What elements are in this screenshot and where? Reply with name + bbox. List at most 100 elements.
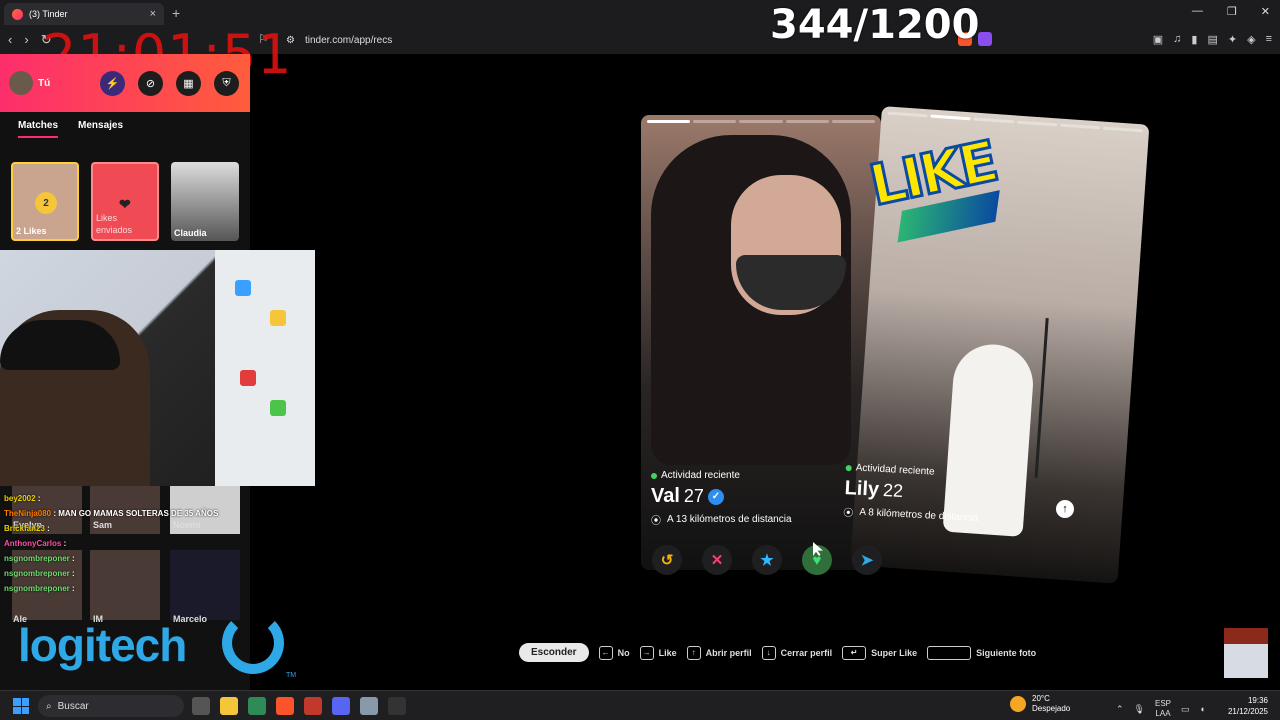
search-placeholder: Buscar	[57, 700, 89, 712]
verified-badge-icon: ✓	[707, 488, 724, 505]
windows-start-icon[interactable]	[13, 698, 29, 714]
clock-time: 19:36	[1247, 696, 1268, 705]
minimize-icon[interactable]: —	[1192, 5, 1203, 18]
lily-name: Lily	[844, 476, 880, 501]
taskbar-clock[interactable]: 19:36 21/12/2025	[1228, 695, 1268, 717]
screenshot-icon[interactable]: ▣	[1153, 33, 1163, 46]
chat-message: nsgnombreponer :	[4, 569, 75, 578]
sidebar-icon[interactable]: ▮	[1191, 33, 1197, 46]
window-close-icon[interactable]: ✕	[1261, 5, 1270, 18]
safety-shield-icon[interactable]: ⛨	[214, 71, 239, 96]
music-icon[interactable]: ♫	[1173, 33, 1181, 46]
wallet-icon[interactable]: ▤	[1207, 33, 1217, 46]
hearts-icon: ❤	[119, 196, 131, 212]
rewind-button[interactable]: ↺	[652, 545, 682, 575]
browser-tab-tinder[interactable]: (3) Tinder ×	[4, 3, 164, 25]
weather-sun-icon	[1010, 696, 1026, 712]
boost-icon[interactable]: ⚡	[100, 71, 125, 96]
url-text[interactable]: tinder.com/app/recs	[305, 35, 392, 46]
online-dot-icon	[651, 472, 657, 479]
hint-next: Siguiente foto	[976, 647, 1037, 658]
chat-message: nsgnombreponer :	[4, 554, 75, 563]
space-key-icon	[927, 645, 972, 660]
weather-desc: Despejado	[1032, 704, 1071, 713]
likes-sent-label-1: Likes	[96, 213, 118, 223]
left-key-icon: ←	[598, 645, 613, 660]
leo-icon[interactable]: ✦	[1228, 33, 1237, 46]
discord-icon[interactable]	[332, 697, 350, 715]
tab-close-icon[interactable]: ×	[150, 8, 156, 20]
weather-temp: 20°C	[1032, 694, 1050, 703]
profile-thumbnail[interactable]	[170, 550, 240, 620]
menu-icon[interactable]: ≡	[1266, 33, 1272, 46]
streamer-cap	[0, 320, 120, 370]
brave-browser-icon[interactable]	[276, 697, 294, 715]
user-label[interactable]: Tú	[38, 78, 50, 89]
match-name: Claudia	[174, 228, 207, 238]
hint-open: Abrir perfil	[705, 647, 752, 658]
taskbar-apps	[192, 697, 406, 715]
user-avatar[interactable]	[9, 71, 33, 95]
explore-icon[interactable]: ⊘	[138, 71, 163, 96]
gift-icon[interactable]: ▦	[176, 71, 201, 96]
tab-title: (3) Tinder	[29, 9, 68, 19]
webcam-shelf	[215, 250, 315, 486]
tab-matches[interactable]: Matches	[18, 120, 59, 138]
back-icon[interactable]: ‹	[8, 32, 12, 48]
val-activity: Actividad reciente	[661, 470, 740, 481]
toy-figure	[240, 370, 256, 386]
right-key-icon: →	[639, 645, 654, 660]
hide-hints-button[interactable]: Esconder	[519, 643, 589, 662]
open-profile-arrow-icon[interactable]: ↑	[1056, 500, 1074, 518]
tray-chevron-icon[interactable]: ⌃	[1116, 704, 1124, 715]
stream-counter-overlay: 344/1200	[770, 2, 980, 48]
nope-button[interactable]: ✕	[702, 545, 732, 575]
keyboard-hints: Esconder ← No → Like ↑ Abrir perfil ↓ Cerrar…	[519, 643, 1036, 662]
microphone-icon[interactable]: 🎙	[1134, 704, 1145, 715]
hint-superlike: Super Like	[871, 647, 918, 658]
search-icon: ⌕	[46, 700, 52, 712]
tab-messages[interactable]: Mensajes	[78, 120, 123, 138]
sidebar-header: Tú ⚡ ⊘ ▦ ⛨	[0, 54, 250, 112]
task-view-icon[interactable]	[192, 697, 210, 715]
chat-message: TheNinja080 : MAN GO MAMAS SOLTERAS DE 3…	[4, 509, 219, 518]
brave-rewards-icon[interactable]	[978, 32, 992, 46]
logitech-g-icon	[222, 612, 284, 674]
taskbar-search[interactable]: ⌕ Buscar	[38, 695, 184, 717]
photo-hanger	[1034, 318, 1116, 483]
photo-progress	[647, 120, 876, 123]
volume-icon[interactable]: ◖	[1200, 704, 1205, 714]
toy-figure	[270, 400, 286, 416]
lily-info: Actividad reciente Lily 22 ⦿ A 8 kilómetro…	[843, 462, 981, 526]
weather-widget[interactable]: 20°C Despejado	[1010, 694, 1070, 714]
vpn-icon[interactable]: ◈	[1247, 33, 1255, 46]
maximize-icon[interactable]: ❐	[1227, 5, 1237, 18]
likes-card[interactable]: 2 2 Likes	[11, 162, 79, 241]
superlike-button[interactable]: ★	[752, 545, 782, 575]
new-tab-button[interactable]: +	[172, 5, 180, 21]
store-icon[interactable]	[248, 697, 266, 715]
network-icon[interactable]: ▭	[1181, 704, 1190, 715]
thumb-name: Sam	[93, 520, 113, 530]
likes-sent-card[interactable]: ❤ Likes enviados	[91, 162, 159, 241]
webcam-feed	[0, 250, 315, 486]
logitech-logo: logitech	[18, 619, 187, 671]
file-explorer-icon[interactable]	[220, 697, 238, 715]
recorder-app-icon[interactable]	[304, 697, 322, 715]
match-cards: 2 2 Likes ❤ Likes enviados Claudia	[11, 162, 239, 241]
windows-taskbar: ⌕ Buscar 20°C Despejado ⌃ 🎙 ESP LAA ▭ ◖ 19…	[0, 690, 1280, 720]
profile-thumbnail[interactable]	[90, 550, 160, 620]
sidebar-tabs: Matches Mensajes	[18, 120, 123, 138]
photo-progress	[887, 111, 1144, 133]
boost-button[interactable]: ➤	[852, 545, 882, 575]
match-card-claudia[interactable]: Claudia	[171, 162, 239, 241]
trademark-mark: TM	[286, 672, 297, 679]
obs-icon[interactable]	[388, 697, 406, 715]
forward-icon[interactable]: ›	[24, 32, 28, 48]
val-info: Actividad reciente Val 27 ✓ ⦿ A 13 kilómetr…	[651, 470, 792, 527]
window-controls: — ❐ ✕	[1192, 5, 1270, 18]
settings-icon[interactable]	[360, 697, 378, 715]
likes-label: 2 Likes	[16, 226, 47, 236]
hint-like: Like	[658, 647, 677, 658]
language-indicator[interactable]: ESP LAA	[1155, 699, 1171, 719]
